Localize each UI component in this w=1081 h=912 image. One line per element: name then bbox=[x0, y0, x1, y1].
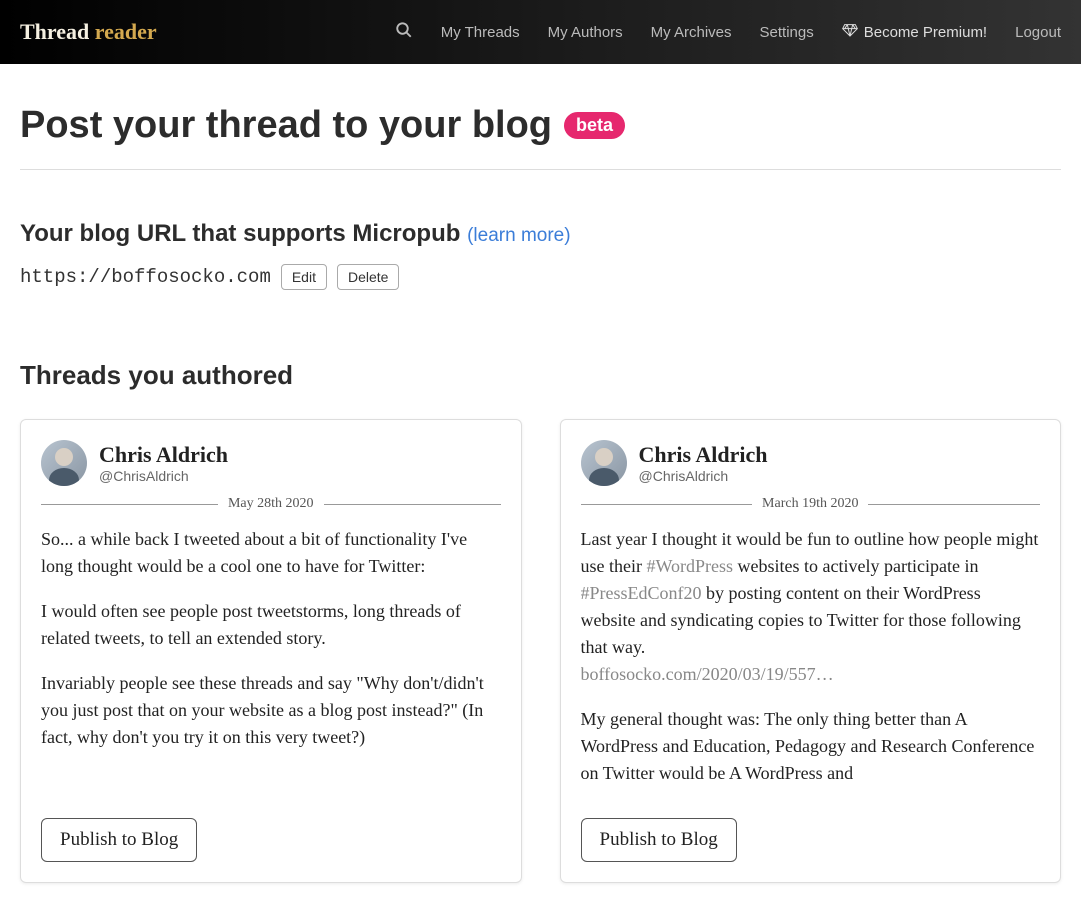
page-title: Post your thread to your blog beta bbox=[20, 104, 1061, 147]
card-body: Chris Aldrich @ChrisAldrich May 28th 202… bbox=[41, 440, 501, 800]
nav-settings[interactable]: Settings bbox=[760, 24, 814, 41]
thread-card: Chris Aldrich @ChrisAldrich March 19th 2… bbox=[560, 419, 1062, 883]
navbar: Thread reader My Threads My Authors My A… bbox=[0, 0, 1081, 64]
main-container: Post your thread to your blog beta Your … bbox=[0, 64, 1081, 903]
threads-heading: Threads you authored bbox=[20, 360, 1061, 391]
url-row: https://boffosocko.com Edit Delete bbox=[20, 264, 1061, 290]
tweet-paragraph: So... a while back I tweeted about a bit… bbox=[41, 526, 501, 580]
brand-word1: Thread bbox=[20, 19, 89, 44]
thread-date: March 19th 2020 bbox=[752, 496, 868, 512]
brand-logo[interactable]: Thread reader bbox=[20, 19, 157, 45]
card-body: Chris Aldrich @ChrisAldrich March 19th 2… bbox=[581, 440, 1041, 800]
author-name[interactable]: Chris Aldrich bbox=[99, 442, 228, 468]
date-divider: March 19th 2020 bbox=[581, 496, 1041, 512]
publish-button[interactable]: Publish to Blog bbox=[581, 818, 737, 862]
tweet-paragraph: Invariably people see these threads and … bbox=[41, 670, 501, 751]
brand-word2: reader bbox=[95, 19, 157, 44]
hashtag-link[interactable]: #WordPress bbox=[646, 556, 733, 576]
nav-items: My Threads My Authors My Archives Settin… bbox=[395, 21, 1061, 44]
author-row: Chris Aldrich @ChrisAldrich bbox=[581, 440, 1041, 486]
author-handle[interactable]: @ChrisAldrich bbox=[99, 468, 228, 484]
avatar[interactable] bbox=[581, 440, 627, 486]
date-divider: May 28th 2020 bbox=[41, 496, 501, 512]
delete-button[interactable]: Delete bbox=[337, 264, 399, 290]
tweet-paragraph: I would often see people post tweetstorm… bbox=[41, 598, 501, 652]
thread-card: Chris Aldrich @ChrisAldrich May 28th 202… bbox=[20, 419, 522, 883]
diamond-icon bbox=[842, 23, 858, 41]
nav-my-threads[interactable]: My Threads bbox=[441, 24, 520, 41]
nav-premium[interactable]: Become Premium! bbox=[842, 23, 987, 41]
learn-more-link[interactable]: (learn more) bbox=[467, 225, 570, 246]
short-link[interactable]: boffosocko.com/2020/03/19/557… bbox=[581, 664, 834, 684]
author-handle[interactable]: @ChrisAldrich bbox=[639, 468, 768, 484]
text-span: websites to actively participate in bbox=[733, 556, 978, 576]
tweet-text: Last year I thought it would be fun to o… bbox=[581, 526, 1041, 787]
author-name[interactable]: Chris Aldrich bbox=[639, 442, 768, 468]
blog-url-section: Your blog URL that supports Micropub (le… bbox=[20, 220, 1061, 290]
avatar[interactable] bbox=[41, 440, 87, 486]
edit-button[interactable]: Edit bbox=[281, 264, 327, 290]
tweet-text: So... a while back I tweeted about a bit… bbox=[41, 526, 501, 751]
beta-badge: beta bbox=[564, 112, 625, 139]
nav-my-archives[interactable]: My Archives bbox=[651, 24, 732, 41]
nav-my-authors[interactable]: My Authors bbox=[548, 24, 623, 41]
title-divider bbox=[20, 169, 1061, 170]
blog-url-heading-text: Your blog URL that supports Micropub bbox=[20, 220, 460, 247]
search-icon[interactable] bbox=[395, 21, 413, 44]
hashtag-link[interactable]: #PressEdConf20 bbox=[581, 583, 702, 603]
thread-cards: Chris Aldrich @ChrisAldrich May 28th 202… bbox=[20, 419, 1061, 883]
tweet-paragraph: Last year I thought it would be fun to o… bbox=[581, 526, 1041, 688]
publish-button[interactable]: Publish to Blog bbox=[41, 818, 197, 862]
nav-premium-label: Become Premium! bbox=[864, 24, 987, 41]
page-title-text: Post your thread to your blog bbox=[20, 104, 552, 147]
thread-date: May 28th 2020 bbox=[218, 496, 324, 512]
author-row: Chris Aldrich @ChrisAldrich bbox=[41, 440, 501, 486]
blog-url-value: https://boffosocko.com bbox=[20, 266, 271, 288]
nav-logout[interactable]: Logout bbox=[1015, 24, 1061, 41]
tweet-paragraph: My general thought was: The only thing b… bbox=[581, 706, 1041, 787]
blog-url-heading: Your blog URL that supports Micropub (le… bbox=[20, 220, 1061, 248]
